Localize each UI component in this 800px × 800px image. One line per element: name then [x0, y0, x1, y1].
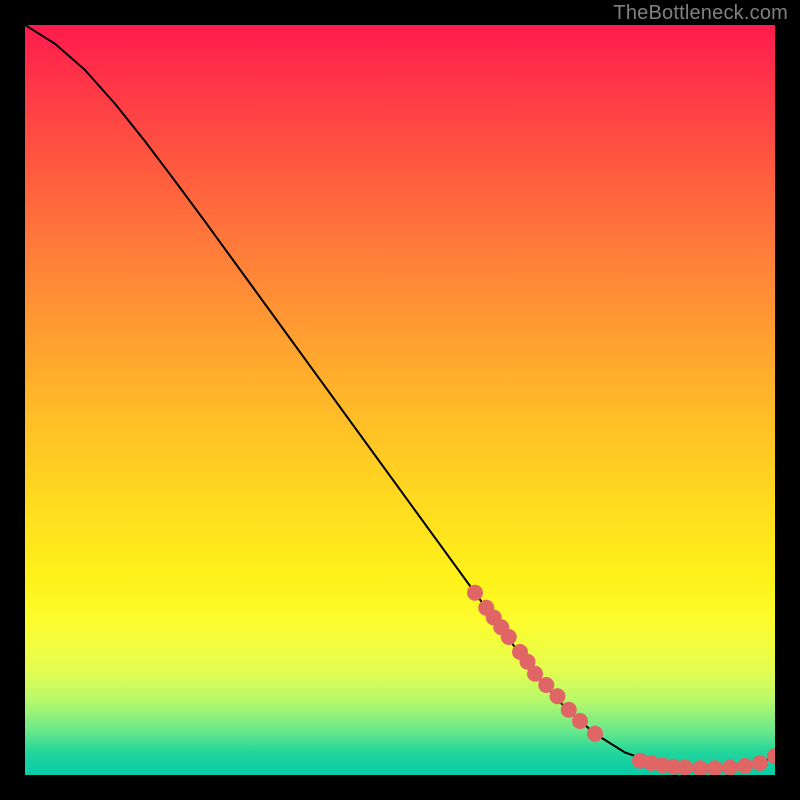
data-markers: [467, 585, 775, 775]
plot-area: [25, 25, 775, 775]
chart-overlay: [25, 25, 775, 775]
data-marker: [722, 760, 738, 776]
data-marker: [707, 760, 723, 775]
data-marker: [587, 726, 603, 742]
data-marker: [501, 629, 517, 645]
data-marker: [550, 688, 566, 704]
data-marker: [692, 760, 708, 775]
data-marker: [467, 585, 483, 601]
data-marker: [767, 748, 775, 764]
watermark-text: TheBottleneck.com: [613, 2, 788, 25]
data-marker: [677, 760, 693, 776]
data-marker: [737, 758, 753, 774]
bottleneck-curve: [25, 25, 775, 768]
data-marker: [752, 755, 768, 771]
data-marker: [572, 713, 588, 729]
chart-frame: TheBottleneck.com: [0, 0, 800, 800]
